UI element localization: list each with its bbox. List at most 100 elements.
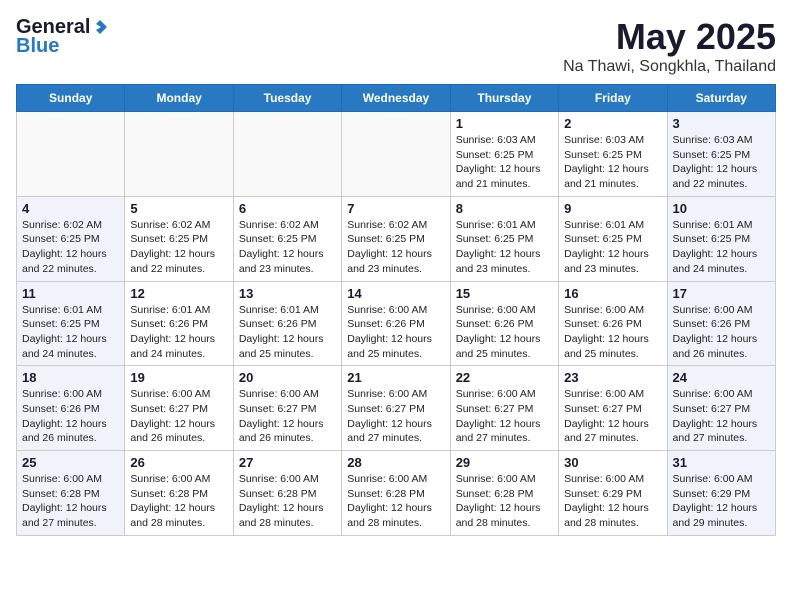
day-number-30: 30 (564, 455, 661, 470)
day-number-21: 21 (347, 370, 444, 385)
day-number-5: 5 (130, 201, 227, 216)
day-number-7: 7 (347, 201, 444, 216)
calendar-cell-6: 6Sunrise: 6:02 AM Sunset: 6:25 PM Daylig… (233, 196, 341, 281)
day-info-17: Sunrise: 6:00 AM Sunset: 6:26 PM Dayligh… (673, 303, 770, 362)
header-monday: Monday (125, 85, 233, 112)
calendar-cell-18: 18 Sunrise: 6:00 AM Sunset: 6:26 PM Dayli… (17, 366, 125, 451)
day-info-4: Sunrise: 6:02 AM Sunset: 6:25 PM Dayligh… (22, 218, 119, 277)
calendar-cell-8: 8Sunrise: 6:01 AM Sunset: 6:25 PM Daylig… (450, 196, 558, 281)
header-friday: Friday (559, 85, 667, 112)
day-number-15: 15 (456, 286, 553, 301)
day-number-11: 11 (22, 286, 119, 301)
day-info-16: Sunrise: 6:00 AM Sunset: 6:26 PM Dayligh… (564, 303, 661, 362)
day-info-14: Sunrise: 6:00 AM Sunset: 6:26 PM Dayligh… (347, 303, 444, 362)
calendar-cell-29: 29 Sunrise: 6:00 AM Sunset: 6:28 PM Dayli… (450, 451, 558, 536)
day-number-2: 2 (564, 116, 661, 131)
calendar-table: Sunday Monday Tuesday Wednesday Thursday… (16, 84, 776, 536)
day-number-19: 19 (130, 370, 227, 385)
day-info-15: Sunrise: 6:00 AM Sunset: 6:26 PM Dayligh… (456, 303, 553, 362)
calendar-cell-5: 5 Sunrise: 6:02 AM Sunset: 6:25 PM Daylig… (125, 196, 233, 281)
day-info-27: Sunrise: 6:00 AM Sunset: 6:28 PM Dayligh… (239, 472, 336, 531)
day-number-18: 18 (22, 370, 119, 385)
calendar-cell-17: 17 Sunrise: 6:00 AM Sunset: 6:26 PM Dayli… (667, 281, 775, 366)
calendar-cell-21: 21 Sunrise: 6:00 AM Sunset: 6:27 PM Dayli… (342, 366, 450, 451)
calendar-cell-25: 25 Sunrise: 6:00 AM Sunset: 6:28 PM Dayli… (17, 451, 125, 536)
header-saturday: Saturday (667, 85, 775, 112)
day-info-28: Sunrise: 6:00 AM Sunset: 6:28 PM Dayligh… (347, 472, 444, 531)
day-info-22: Sunrise: 6:00 AM Sunset: 6:27 PM Dayligh… (456, 387, 553, 446)
day-number-13: 13 (239, 286, 336, 301)
calendar-cell-11: 11 Sunrise: 6:01 AM Sunset: 6:25 PM Dayli… (17, 281, 125, 366)
day-number-17: 17 (673, 286, 770, 301)
day-info-5: Sunrise: 6:02 AM Sunset: 6:25 PM Dayligh… (130, 218, 227, 277)
day-info-20: Sunrise: 6:00 AM Sunset: 6:27 PM Dayligh… (239, 387, 336, 446)
calendar-cell-26: 26 Sunrise: 6:00 AM Sunset: 6:28 PM Dayli… (125, 451, 233, 536)
calendar-cell-3: 3Sunrise: 6:03 AM Sunset: 6:25 PM Daylig… (667, 112, 775, 197)
day-number-9: 9 (564, 201, 661, 216)
calendar-cell-9: 9 Sunrise: 6:01 AM Sunset: 6:25 PM Daylig… (559, 196, 667, 281)
calendar-cell-24: 24Sunrise: 6:00 AM Sunset: 6:27 PM Dayli… (667, 366, 775, 451)
header-wednesday: Wednesday (342, 85, 450, 112)
day-info-9: Sunrise: 6:01 AM Sunset: 6:25 PM Dayligh… (564, 218, 661, 277)
day-info-21: Sunrise: 6:00 AM Sunset: 6:27 PM Dayligh… (347, 387, 444, 446)
day-number-10: 10 (673, 201, 770, 216)
calendar-cell-empty (233, 112, 341, 197)
day-info-31: Sunrise: 6:00 AM Sunset: 6:29 PM Dayligh… (673, 472, 770, 531)
day-number-26: 26 (130, 455, 227, 470)
day-number-12: 12 (130, 286, 227, 301)
day-number-27: 27 (239, 455, 336, 470)
day-info-23: Sunrise: 6:00 AM Sunset: 6:27 PM Dayligh… (564, 387, 661, 446)
calendar-cell-31: 31 Sunrise: 6:00 AM Sunset: 6:29 PM Dayli… (667, 451, 775, 536)
day-number-23: 23 (564, 370, 661, 385)
week-row-2: 4 Sunrise: 6:02 AM Sunset: 6:25 PM Daylig… (17, 196, 776, 281)
calendar-cell-28: 28 Sunrise: 6:00 AM Sunset: 6:28 PM Dayli… (342, 451, 450, 536)
calendar-cell-30: 30 Sunrise: 6:00 AM Sunset: 6:29 PM Dayli… (559, 451, 667, 536)
day-number-25: 25 (22, 455, 119, 470)
calendar-cell-15: 15 Sunrise: 6:00 AM Sunset: 6:26 PM Dayli… (450, 281, 558, 366)
calendar-cell-12: 12Sunrise: 6:01 AM Sunset: 6:26 PM Dayli… (125, 281, 233, 366)
day-info-1: Sunrise: 6:03 AM Sunset: 6:25 PM Dayligh… (456, 133, 553, 192)
day-number-31: 31 (673, 455, 770, 470)
week-row-1: 1 Sunrise: 6:03 AM Sunset: 6:25 PM Daylig… (17, 112, 776, 197)
calendar-cell-2: 2 Sunrise: 6:03 AM Sunset: 6:25 PM Daylig… (559, 112, 667, 197)
day-info-25: Sunrise: 6:00 AM Sunset: 6:28 PM Dayligh… (22, 472, 119, 531)
day-info-11: Sunrise: 6:01 AM Sunset: 6:25 PM Dayligh… (22, 303, 119, 362)
calendar-cell-27: 27 Sunrise: 6:00 AM Sunset: 6:28 PM Dayli… (233, 451, 341, 536)
day-number-3: 3 (673, 116, 770, 131)
page-header: General Blue May 2025 Na Thawi, Songkhla… (16, 16, 776, 76)
logo-icon (91, 18, 109, 36)
calendar-cell-4: 4 Sunrise: 6:02 AM Sunset: 6:25 PM Daylig… (17, 196, 125, 281)
header-tuesday: Tuesday (233, 85, 341, 112)
calendar-cell-16: 16 Sunrise: 6:00 AM Sunset: 6:26 PM Dayli… (559, 281, 667, 366)
day-number-24: 24 (673, 370, 770, 385)
day-info-26: Sunrise: 6:00 AM Sunset: 6:28 PM Dayligh… (130, 472, 227, 531)
calendar-cell-20: 20Sunrise: 6:00 AM Sunset: 6:27 PM Dayli… (233, 366, 341, 451)
day-info-19: Sunrise: 6:00 AM Sunset: 6:27 PM Dayligh… (130, 387, 227, 446)
calendar-subtitle: Na Thawi, Songkhla, Thailand (563, 58, 776, 76)
calendar-cell-empty (17, 112, 125, 197)
calendar-cell-1: 1 Sunrise: 6:03 AM Sunset: 6:25 PM Daylig… (450, 112, 558, 197)
day-info-18: Sunrise: 6:00 AM Sunset: 6:26 PM Dayligh… (22, 387, 119, 446)
header-thursday: Thursday (450, 85, 558, 112)
calendar-cell-19: 19 Sunrise: 6:00 AM Sunset: 6:27 PM Dayli… (125, 366, 233, 451)
calendar-cell-14: 14Sunrise: 6:00 AM Sunset: 6:26 PM Dayli… (342, 281, 450, 366)
day-info-8: Sunrise: 6:01 AM Sunset: 6:25 PM Dayligh… (456, 218, 553, 277)
calendar-cell-23: 23 Sunrise: 6:00 AM Sunset: 6:27 PM Dayli… (559, 366, 667, 451)
calendar-header-row: Sunday Monday Tuesday Wednesday Thursday… (17, 85, 776, 112)
day-info-29: Sunrise: 6:00 AM Sunset: 6:28 PM Dayligh… (456, 472, 553, 531)
day-number-29: 29 (456, 455, 553, 470)
title-section: May 2025 Na Thawi, Songkhla, Thailand (563, 16, 776, 76)
calendar-cell-empty (342, 112, 450, 197)
week-row-5: 25 Sunrise: 6:00 AM Sunset: 6:28 PM Dayli… (17, 451, 776, 536)
calendar-cell-empty (125, 112, 233, 197)
day-info-2: Sunrise: 6:03 AM Sunset: 6:25 PM Dayligh… (564, 133, 661, 192)
day-info-30: Sunrise: 6:00 AM Sunset: 6:29 PM Dayligh… (564, 472, 661, 531)
day-number-16: 16 (564, 286, 661, 301)
day-number-4: 4 (22, 201, 119, 216)
calendar-cell-13: 13 Sunrise: 6:01 AM Sunset: 6:26 PM Dayli… (233, 281, 341, 366)
logo-blue-text: Blue (16, 35, 59, 58)
day-info-13: Sunrise: 6:01 AM Sunset: 6:26 PM Dayligh… (239, 303, 336, 362)
day-info-10: Sunrise: 6:01 AM Sunset: 6:25 PM Dayligh… (673, 218, 770, 277)
day-number-1: 1 (456, 116, 553, 131)
day-number-28: 28 (347, 455, 444, 470)
